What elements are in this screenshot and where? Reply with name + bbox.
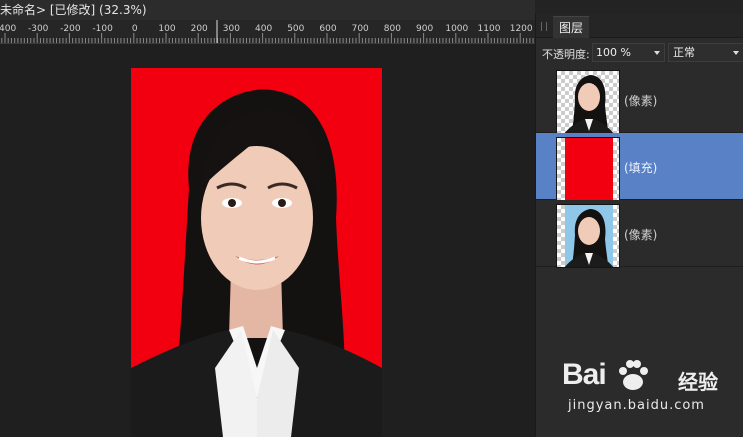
blend-mode-value: 正常 [673,46,695,59]
portrait-photo [131,89,382,437]
chevron-down-icon [733,51,739,55]
opacity-dropdown[interactable]: 100 % [592,43,665,62]
ruler-tick-label: 700 [352,24,369,34]
layer-thumbnail [556,204,620,268]
ruler-tick-label: 1000 [445,24,468,34]
portrait-thumbnail-icon [564,205,614,267]
opacity-label: 不透明度: [542,48,590,61]
layer-name: (填充) [624,161,658,175]
paw-icon [619,360,648,390]
ruler-tick-label: 400 [255,24,272,34]
portrait-thumbnail-icon [564,75,614,133]
chevron-down-icon [654,51,660,55]
panel-grip-icon[interactable] [541,22,547,31]
blend-mode-dropdown[interactable]: 正常 [668,43,743,62]
layer-item-pixel-bottom[interactable]: (像素) [536,200,743,268]
layer-item-pixel-top[interactable]: (像素) [536,66,743,134]
document-image[interactable] [131,68,382,437]
watermark-brand-cn: 经验 [678,370,718,394]
layer-name: (像素) [624,228,658,242]
baidu-watermark: Bai 经验 jingyan.baidu.com [558,356,743,428]
tab-layers[interactable]: 图层 [553,16,590,38]
panel-tab-bar: 图层 [536,14,743,38]
ruler-tick-label: 800 [384,24,401,34]
ruler-tick-label: 900 [416,24,433,34]
horizontal-ruler[interactable]: -400 -300 -200 -100 0 100 200 300 400 500 600 700 80… [0,20,535,44]
layer-thumbnail [556,137,620,201]
ruler-graphic: -400 -300 -200 -100 0 100 200 300 400 500 600 700 80… [0,20,534,43]
layer-item-fill[interactable]: (填充) [536,133,743,201]
ruler-tick-label: 300 [223,24,240,34]
watermark-url: jingyan.baidu.com [568,398,705,413]
red-fill-swatch [565,138,613,200]
ruler-tick-label: -300 [28,24,49,34]
ruler-tick-label: 100 [158,24,175,34]
opacity-value: 100 % [596,46,631,59]
ruler-tick-label: 200 [191,24,208,34]
ruler-tick-label: -200 [60,24,81,34]
ruler-tick-label: 1100 [478,24,501,34]
ruler-tick-label: 600 [319,24,336,34]
ruler-tick-label: 500 [287,24,304,34]
document-canvas[interactable] [0,44,535,437]
ruler-tick-label: 0 [132,24,138,34]
ruler-tick-label: -400 [0,24,16,34]
window-title: 未命名> [已修改] (32.3%) [0,0,535,20]
layer-name: (像素) [624,94,658,108]
layer-options-bar: 不透明度: 100 % 正常 [536,38,743,66]
ruler-tick-label: -100 [92,24,113,34]
layer-thumbnail [556,70,620,134]
ruler-tick-label: 1200 [510,24,533,34]
watermark-brand: Bai [562,358,607,391]
layer-list: (像素) (填充) (像素) [536,66,743,268]
